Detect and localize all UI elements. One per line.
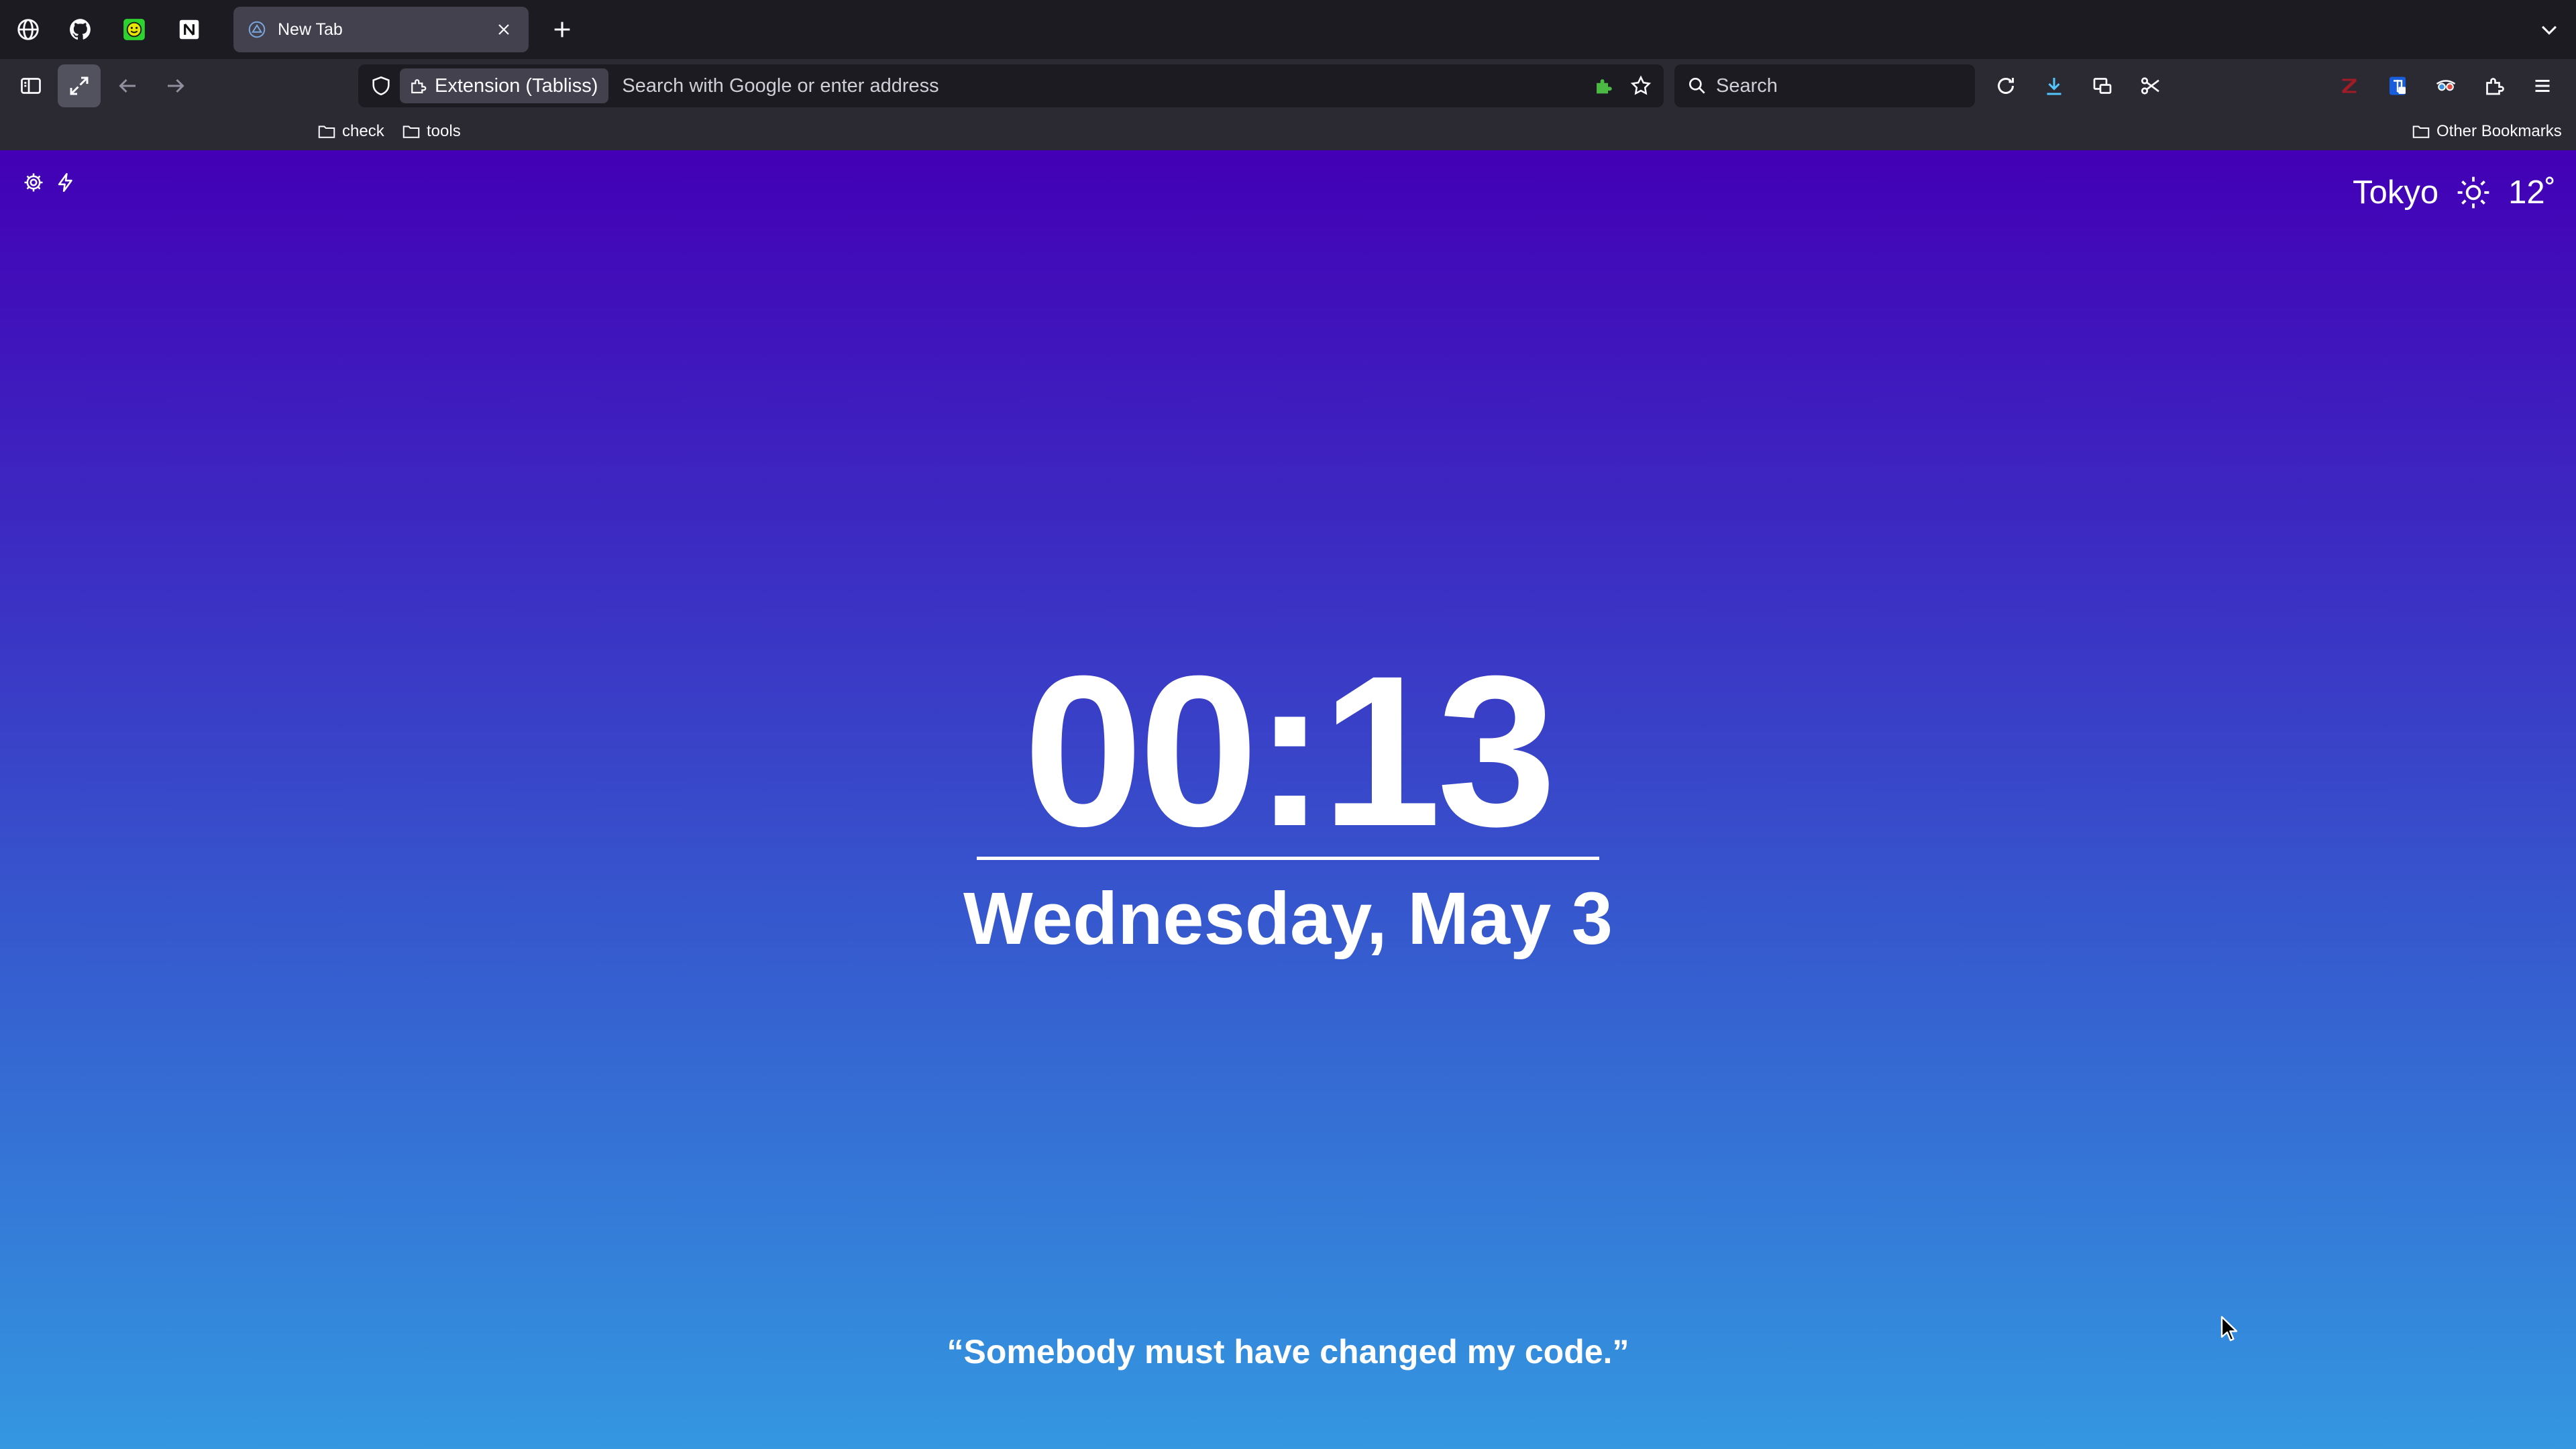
weather-temperature: 12˚ (2508, 174, 2556, 211)
bookmarks-toolbar: check tools Other Bookmarks (0, 113, 2576, 150)
bookmark-star-button[interactable] (1622, 67, 1660, 105)
folder-icon (2412, 125, 2430, 138)
pinned-tab-globe[interactable] (1, 8, 55, 51)
extensions-button[interactable] (2473, 64, 2516, 107)
pinned-tab-github[interactable] (54, 8, 107, 51)
quote-text: “Somebody must have changed my code.” (947, 1333, 1629, 1371)
weather-city: Tokyo (2353, 174, 2439, 211)
close-tab-button[interactable] (492, 18, 515, 41)
screenshot-icon (2093, 78, 2112, 94)
hamburger-menu-icon (2535, 80, 2550, 92)
search-icon (1689, 78, 1705, 94)
scissors-icon (2141, 77, 2159, 95)
identity-label: Extension (Tabliss) (435, 74, 598, 97)
zotero-icon (2342, 78, 2357, 93)
clock-date: Wednesday, May 3 (963, 877, 1613, 960)
expand-icon (70, 76, 89, 95)
bookmark-label: tools (427, 122, 461, 140)
list-all-tabs-button[interactable] (2528, 8, 2571, 51)
download-icon (2047, 78, 2061, 95)
new-tab-button[interactable] (541, 8, 584, 51)
chevron-down-icon (2541, 25, 2557, 35)
sidebar-icon (21, 78, 41, 94)
fullscreen-button[interactable] (58, 64, 101, 107)
navigation-toolbar: Extension (Tabliss) (0, 59, 2576, 113)
url-input[interactable] (608, 64, 1585, 107)
settings-button[interactable] (19, 168, 48, 197)
plus-icon (554, 21, 570, 38)
scissors-extension-button[interactable] (2129, 64, 2172, 107)
other-bookmarks-folder[interactable]: Other Bookmarks (2411, 118, 2562, 145)
forward-button[interactable] (154, 64, 197, 107)
puzzle-icon (2486, 78, 2504, 95)
screenshot-button[interactable] (2081, 64, 2124, 107)
tab-strip: New Tab (0, 0, 2576, 59)
other-bookmarks-label: Other Bookmarks (2436, 122, 2562, 140)
sidebar-toggle-button[interactable] (9, 64, 52, 107)
bookmark-label: check (342, 122, 384, 140)
sun-icon (2457, 176, 2489, 209)
quick-actions-button[interactable] (51, 168, 80, 197)
tab-new-tab[interactable]: New Tab (233, 7, 529, 52)
tab-title: New Tab (278, 19, 343, 39)
globe-icon (17, 19, 39, 40)
glasses-icon (2436, 80, 2456, 91)
gear-icon (24, 173, 43, 192)
folder-icon (318, 125, 335, 138)
tabliss-icon (248, 21, 266, 38)
bookmark-folder-check[interactable]: check (317, 118, 384, 145)
arrow-left-icon (119, 78, 136, 93)
app-menu-button[interactable] (2521, 64, 2564, 107)
close-icon (498, 24, 509, 35)
zotero-extension-button[interactable] (2328, 64, 2371, 107)
back-button[interactable] (106, 64, 149, 107)
clock-divider (977, 857, 1599, 860)
lightning-icon (58, 172, 72, 193)
reload-button[interactable] (1984, 64, 2027, 107)
notion-icon (179, 19, 199, 40)
weather-widget: Tokyo 12˚ (2353, 170, 2556, 215)
reload-icon (1998, 78, 2014, 94)
bookmark-folder-tools[interactable]: tools (401, 118, 461, 145)
search-bar[interactable] (1674, 64, 1975, 107)
arrow-right-icon (168, 78, 184, 93)
github-icon (70, 19, 91, 40)
search-input[interactable] (1708, 64, 1975, 107)
mouse-cursor-icon (2220, 1316, 2238, 1342)
clock-time: 00:13 (1023, 631, 1556, 871)
green-puzzle-icon (1597, 79, 1612, 94)
smiley-app-icon (123, 19, 145, 40)
address-bar[interactable]: Extension (Tabliss) (358, 64, 1664, 107)
downloads-button[interactable] (2033, 64, 2076, 107)
shield-icon (372, 76, 390, 96)
pinned-tab-notion[interactable] (162, 8, 216, 51)
star-icon (1630, 75, 1652, 95)
bitwarden-icon (2390, 76, 2406, 95)
disguise-extension-button[interactable] (2424, 64, 2467, 107)
pinned-tab-app[interactable] (107, 8, 161, 51)
folder-icon (402, 125, 420, 138)
tabliss-dashboard: Tokyo 12˚ 00:13 Wednesday, May 3 “Somebo… (0, 150, 2576, 1449)
extension-identity-box[interactable]: Extension (Tabliss) (400, 68, 609, 103)
tracking-protection-button[interactable] (362, 64, 400, 107)
extension-puzzle-icon (411, 79, 427, 94)
bitwarden-extension-button[interactable] (2376, 64, 2419, 107)
extension-page-action[interactable] (1585, 67, 1622, 105)
